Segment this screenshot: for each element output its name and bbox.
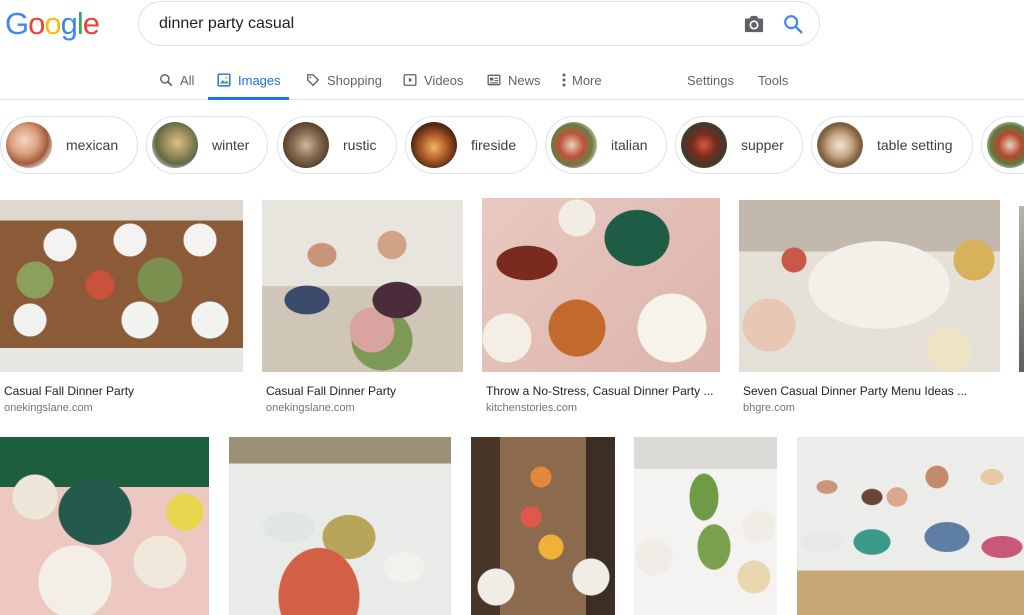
- tab-more[interactable]: More: [560, 60, 602, 100]
- logo-letter: o: [44, 6, 61, 41]
- chip-label: supper: [741, 137, 784, 153]
- image-result[interactable]: [471, 437, 615, 615]
- image-result[interactable]: Throw a No-Stress, Casual Dinner Party .…: [482, 198, 720, 418]
- chip-fireside[interactable]: fireside: [405, 116, 537, 174]
- result-source: onekingslane.com: [266, 402, 355, 414]
- tools-link[interactable]: Tools: [758, 60, 788, 100]
- settings-link[interactable]: Settings: [687, 60, 734, 100]
- logo-letter: G: [5, 6, 29, 41]
- tab-shopping[interactable]: Shopping: [305, 60, 382, 100]
- chip-label: table setting: [877, 137, 953, 153]
- tab-all[interactable]: All: [158, 60, 194, 100]
- image-result[interactable]: [229, 437, 451, 615]
- logo-letter: g: [60, 6, 78, 41]
- result-source: bhgre.com: [743, 402, 795, 414]
- image-result[interactable]: [0, 437, 209, 615]
- result-title: Throw a No-Stress, Casual Dinner Party .…: [486, 384, 714, 398]
- chip-mexican[interactable]: mexican: [0, 116, 138, 174]
- chip-italian[interactable]: italian: [545, 116, 667, 174]
- tab-label: All: [180, 72, 195, 88]
- camera-icon[interactable]: [743, 14, 765, 34]
- result-thumbnail: [739, 200, 1000, 372]
- image-result[interactable]: Seven Casual Dinner Party Menu Ideas ...…: [739, 200, 1000, 418]
- logo-letter: o: [28, 6, 45, 41]
- search-header: Google All Images: [0, 0, 1024, 100]
- result-thumbnail: [797, 437, 1024, 615]
- search-icon[interactable]: [782, 13, 804, 35]
- result-source: kitchenstories.com: [486, 402, 578, 414]
- result-thumbnail: [262, 200, 463, 372]
- chip-thumbnail: [551, 122, 597, 168]
- chip-thumbnail: [6, 122, 52, 168]
- chip-overflow[interactable]: [981, 116, 1024, 174]
- tab-videos[interactable]: Videos: [402, 60, 464, 100]
- search-input[interactable]: [159, 12, 719, 36]
- tab-news[interactable]: News: [486, 60, 541, 100]
- search-tabs: All Images Shopping Videos News More Set…: [0, 60, 1024, 100]
- result-thumbnail: [0, 437, 209, 615]
- chip-table-setting[interactable]: table setting: [811, 116, 973, 174]
- chip-label: winter: [212, 137, 250, 153]
- logo-letter: e: [82, 6, 100, 41]
- chip-supper[interactable]: supper: [675, 116, 803, 174]
- tab-label: Videos: [424, 72, 464, 88]
- result-thumbnail: [471, 437, 615, 615]
- tab-label: Shopping: [327, 72, 382, 88]
- play-icon: [402, 72, 418, 88]
- image-result[interactable]: Casual Fall Dinner Party onekingslane.co…: [262, 200, 463, 418]
- result-thumbnail: [229, 437, 451, 615]
- chip-thumbnail: [817, 122, 863, 168]
- chip-label: fireside: [471, 137, 517, 153]
- chip-thumbnail: [987, 122, 1024, 168]
- image-icon: [216, 72, 232, 88]
- result-thumbnail: [482, 198, 720, 372]
- image-result-partial[interactable]: [1019, 206, 1024, 372]
- chip-label: mexican: [66, 137, 119, 153]
- image-result[interactable]: Casual Fall Dinner Party onekingslane.co…: [0, 200, 243, 418]
- chip-thumbnail: [411, 122, 457, 168]
- chip-thumbnail: [152, 122, 198, 168]
- result-title: Seven Casual Dinner Party Menu Ideas ...: [743, 384, 968, 398]
- result-source: onekingslane.com: [4, 402, 93, 414]
- result-thumbnail: [1019, 206, 1024, 372]
- related-searches: mexican winter rustic fireside italian s…: [0, 116, 1024, 176]
- result-thumbnail: [0, 200, 243, 372]
- tab-label: News: [508, 72, 541, 88]
- tab-label: Images: [238, 72, 281, 88]
- chip-label: rustic: [343, 137, 377, 153]
- tab-images[interactable]: Images: [208, 60, 289, 100]
- result-title: Casual Fall Dinner Party: [266, 384, 397, 398]
- news-icon: [486, 72, 502, 88]
- tab-label: More: [572, 72, 602, 88]
- image-result[interactable]: [797, 437, 1024, 615]
- search-box: [138, 1, 820, 46]
- result-thumbnail: [634, 437, 777, 615]
- chip-rustic[interactable]: rustic: [277, 116, 397, 174]
- chip-label: italian: [611, 137, 648, 153]
- google-logo[interactable]: Google: [5, 6, 100, 42]
- chip-thumbnail: [681, 122, 727, 168]
- search-icon: [158, 72, 174, 88]
- dots-vertical-icon: [560, 72, 568, 88]
- chip-winter[interactable]: winter: [146, 116, 268, 174]
- tag-icon: [305, 72, 321, 88]
- result-title: Casual Fall Dinner Party: [4, 384, 135, 398]
- chip-thumbnail: [283, 122, 329, 168]
- image-result[interactable]: [634, 437, 777, 615]
